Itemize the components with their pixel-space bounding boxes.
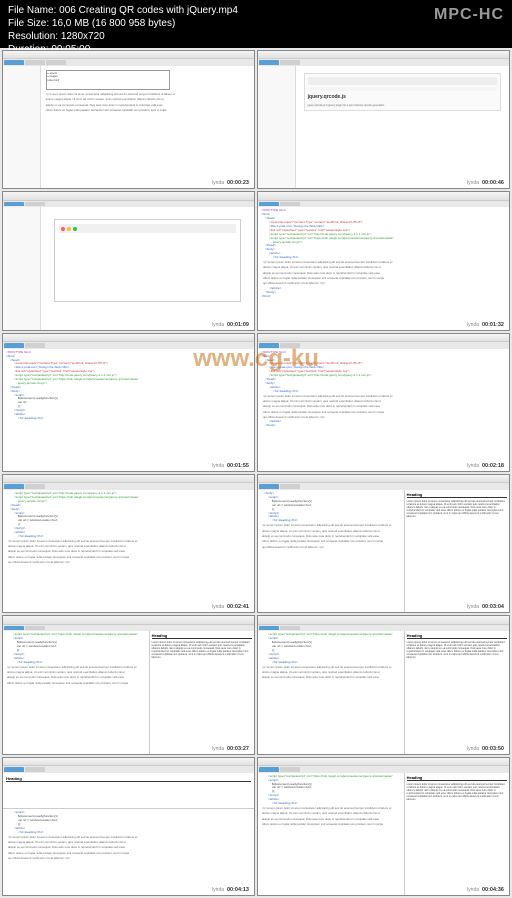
thumbnail-grid: ▸ assets▸ imagesindex.html <p>Lorem ipsu… [0, 48, 512, 898]
preview-text: Lorem ipsum dolor sit amet consectetur a… [407, 500, 507, 518]
preview-pane: Heading Lorem ipsum dolor sit amet conse… [149, 631, 254, 753]
tab-bar [3, 59, 254, 66]
timestamp: 00:01:09 [225, 322, 251, 328]
brand-watermark: lynda [467, 887, 479, 893]
code-editor: <script type="text/javascript" src="http… [258, 773, 404, 895]
filename-value: 006 Creating QR codes with jQuery.mp4 [59, 5, 238, 16]
filename-label: File Name: [8, 5, 56, 16]
timestamp: 00:04:13 [225, 887, 251, 893]
repo-desc: jquery.qrcode.js is jquery plugin for a … [308, 104, 497, 107]
code-editor: <script type="text/javascript" src="http… [258, 631, 404, 753]
preview-pane: Heading Lorem ipsum dolor sit amet conse… [404, 773, 509, 895]
brand-watermark: lynda [467, 180, 479, 186]
timestamp: 00:04:36 [480, 887, 506, 893]
preview-heading: Heading [407, 492, 507, 498]
filesize-label: File Size: [8, 18, 49, 29]
resolution-value: 1280x720 [61, 31, 105, 42]
thumbnail[interactable]: ▸ assets▸ imagesindex.html <p>Lorem ipsu… [2, 50, 255, 189]
player-logo: MPC-HC [434, 6, 504, 24]
brand-watermark: lynda [212, 604, 224, 610]
thumbnail[interactable]: Heading <script> $(document).ready(funct… [2, 757, 255, 896]
info-header: File Name: 006 Creating QR codes with jQ… [0, 0, 512, 48]
timestamp: 00:01:55 [225, 463, 251, 469]
file-tree [3, 66, 41, 188]
brand-watermark: lynda [467, 746, 479, 752]
timestamp: 00:03:50 [480, 746, 506, 752]
timestamp: 00:03:27 [225, 746, 251, 752]
brand-watermark: lynda [212, 746, 224, 752]
code-editor: <!DOCTYPE html> <html> <head> <meta http… [3, 349, 254, 471]
thumbnail[interactable]: <script type="text/javascript" src="http… [257, 757, 510, 896]
code-editor: <script type="text/javascript" src="http… [3, 490, 254, 612]
brand-watermark: lynda [212, 322, 224, 328]
code-editor: <script> $(document).ready(function(){ v… [3, 809, 254, 895]
thumbnail[interactable]: <script type="text/javascript" src="http… [2, 615, 255, 754]
brand-watermark: lynda [467, 463, 479, 469]
filesize-value: 16,0 MB (16 800 958 bytes) [52, 18, 175, 29]
window-chrome [258, 51, 509, 59]
code-editor: <body> <script> $(document).ready(functi… [258, 490, 404, 612]
github-page: jquery.qrcode.js jquery.qrcode.js is jqu… [304, 73, 501, 111]
thumbnail[interactable]: jquery.qrcode.js jquery.qrcode.js is jqu… [257, 50, 510, 189]
brand-watermark: lynda [212, 463, 224, 469]
brand-watermark: lynda [467, 322, 479, 328]
thumbnail[interactable]: <!DOCTYPE html> <html> <head> <meta http… [257, 333, 510, 472]
brand-watermark: lynda [212, 887, 224, 893]
timestamp: 00:00:23 [225, 180, 251, 186]
timestamp: 00:03:04 [480, 604, 506, 610]
thumbnail[interactable]: <!DOCTYPE html> <html> <head> <meta http… [2, 333, 255, 472]
thumbnail[interactable]: <!DOCTYPE html> <html> <head> <meta http… [257, 191, 510, 330]
resolution-label: Resolution: [8, 31, 58, 42]
thumbnail[interactable]: lynda 00:01:09 [2, 191, 255, 330]
code-editor: <script type="text/javascript" src="http… [3, 631, 149, 753]
window-chrome [3, 51, 254, 59]
thumbnail[interactable]: <script type="text/javascript" src="http… [2, 474, 255, 613]
code-editor: <!DOCTYPE html> <html> <head> <meta http… [258, 349, 509, 471]
timestamp: 00:00:46 [480, 180, 506, 186]
thumbnail[interactable]: <body> <script> $(document).ready(functi… [257, 474, 510, 613]
editor-content: ▸ assets▸ imagesindex.html <p>Lorem ipsu… [41, 66, 254, 188]
preview-pane: Heading [3, 773, 254, 810]
brand-watermark: lynda [467, 604, 479, 610]
timestamp: 00:01:32 [480, 322, 506, 328]
timestamp: 00:02:41 [225, 604, 251, 610]
thumbnail[interactable]: <script type="text/javascript" src="http… [257, 615, 510, 754]
browser-window [54, 219, 241, 302]
repo-title: jquery.qrcode.js [308, 94, 497, 101]
timestamp: 00:02:18 [480, 463, 506, 469]
code-editor: <!DOCTYPE html> <html> <head> <meta http… [258, 207, 509, 329]
brand-watermark: lynda [212, 180, 224, 186]
preview-pane: Heading Lorem ipsum dolor sit amet conse… [404, 490, 509, 612]
preview-pane: Heading Lorem ipsum dolor sit amet conse… [404, 631, 509, 753]
